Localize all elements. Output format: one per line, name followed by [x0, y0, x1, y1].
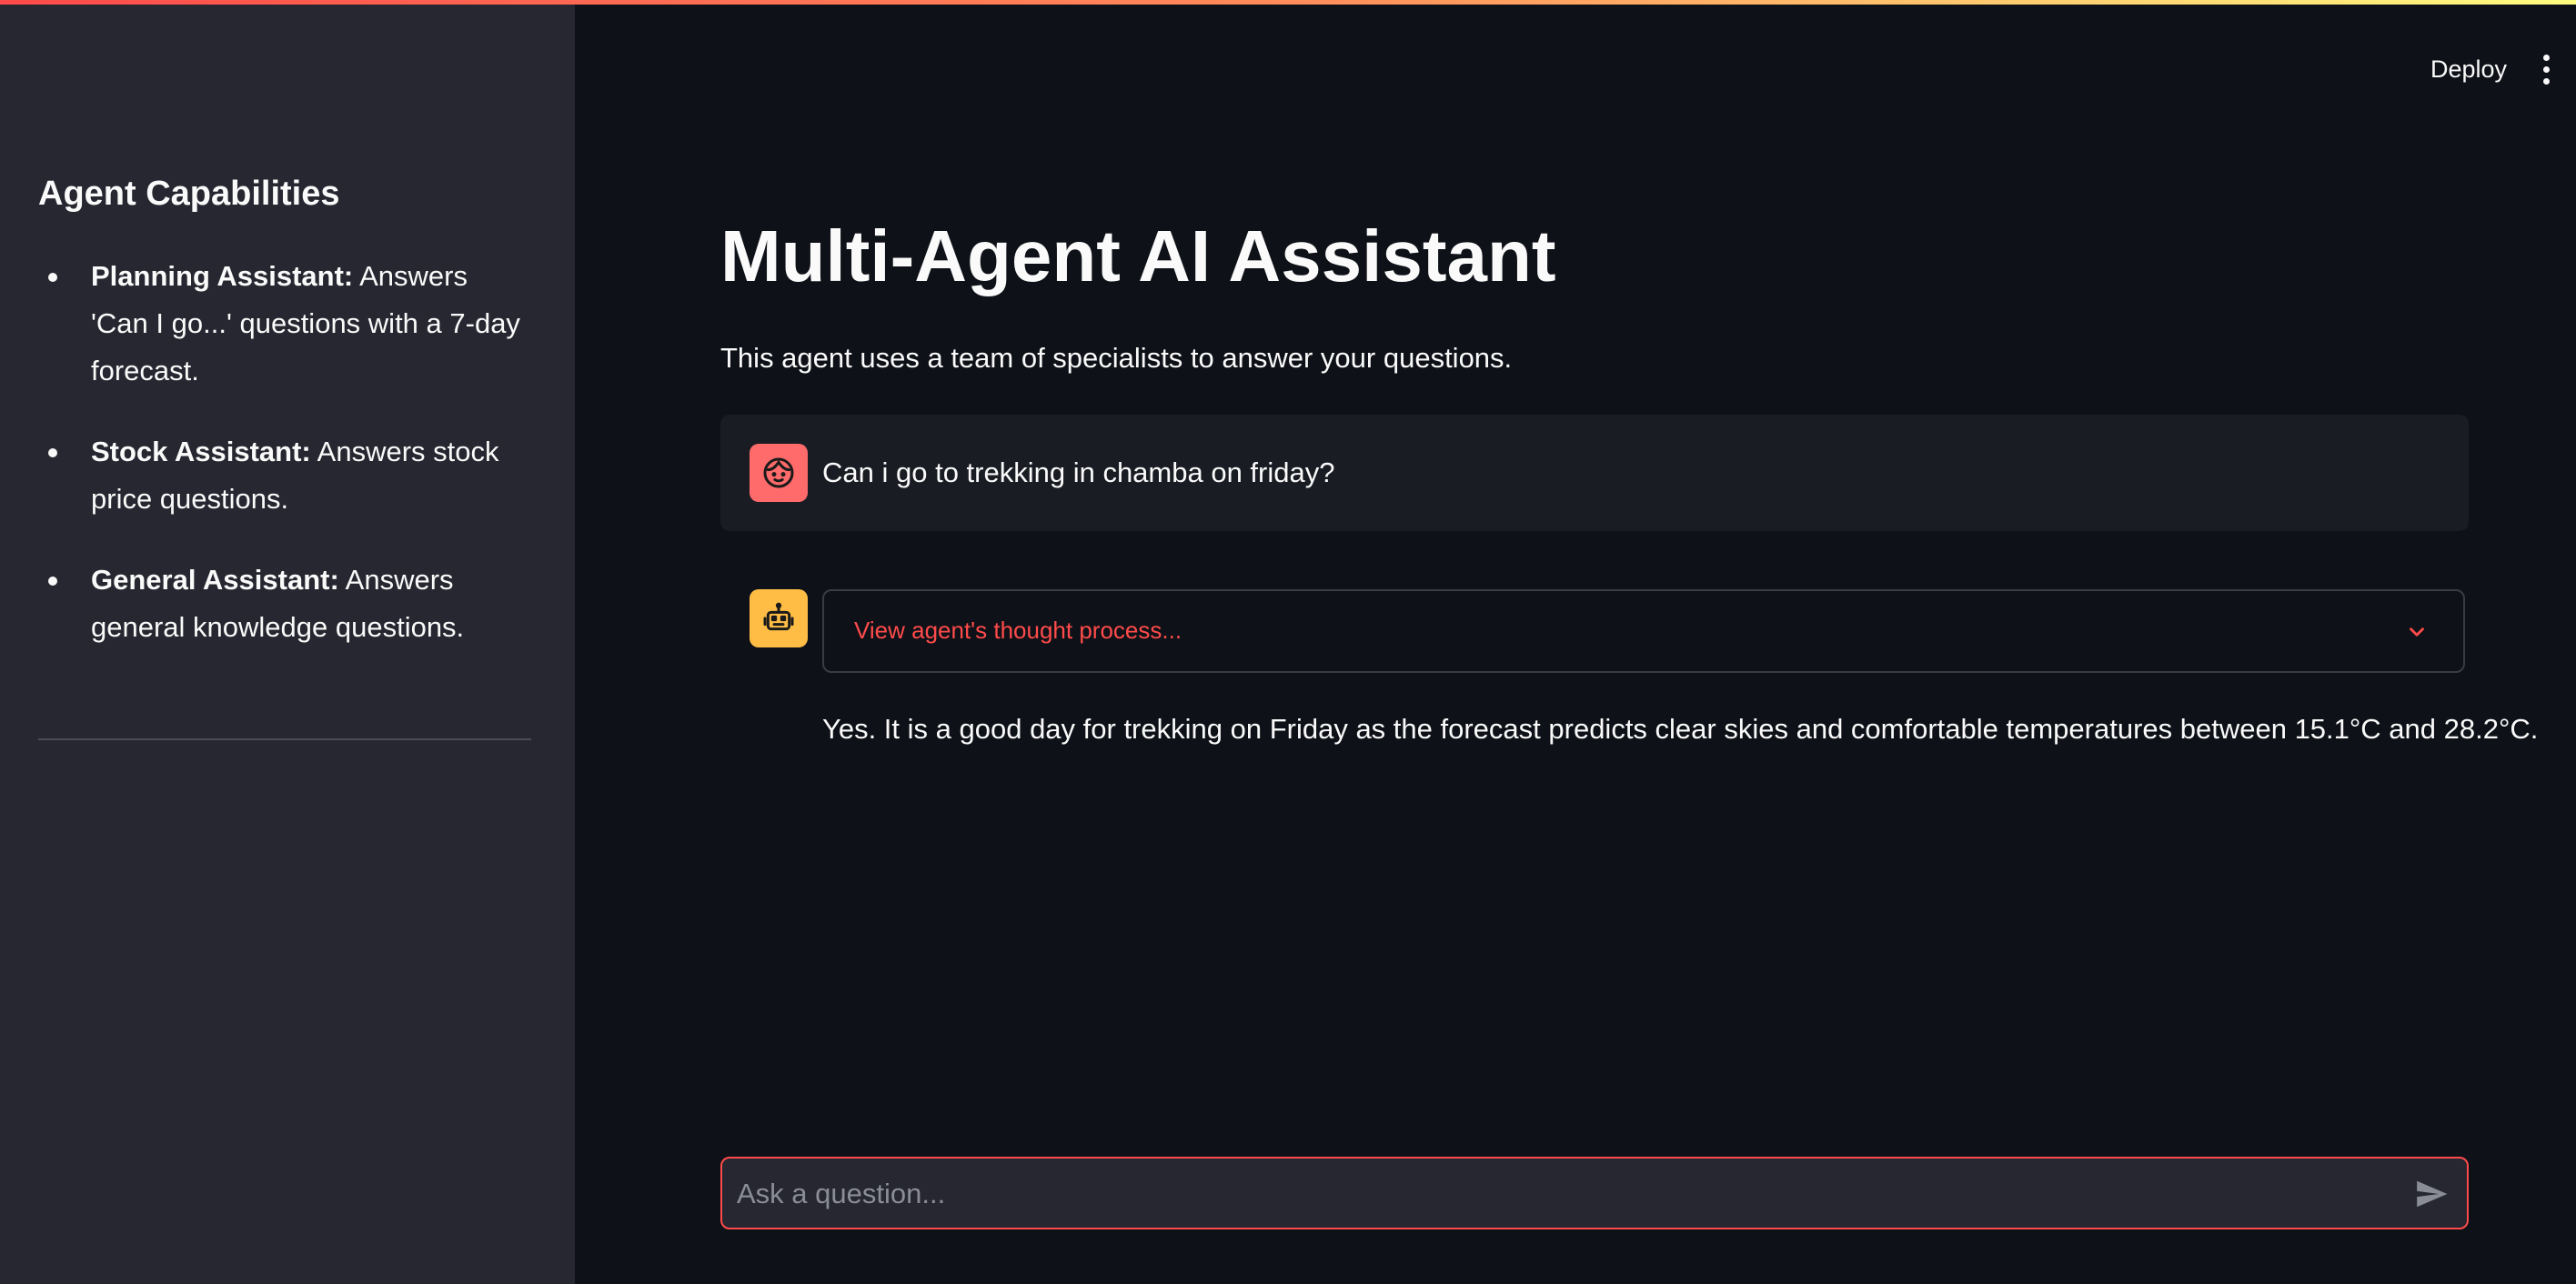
capability-name: General Assistant: — [91, 564, 339, 596]
sidebar: Agent Capabilities Planning Assistant: A… — [0, 0, 575, 1284]
page-title: Multi-Agent AI Assistant — [720, 216, 1556, 296]
capability-name: Planning Assistant: — [91, 260, 354, 292]
page-caption: This agent uses a team of specialists to… — [720, 342, 1513, 374]
capabilities-list: Planning Assistant: Answers 'Can I go...… — [38, 253, 529, 685]
thought-process-expander[interactable]: View agent's thought process... — [822, 589, 2465, 673]
chevron-down-icon — [2410, 627, 2424, 637]
robot-icon — [750, 589, 808, 647]
capability-name: Stock Assistant: — [91, 436, 311, 467]
user-message: Can i go to trekking in chamba on friday… — [720, 415, 2469, 531]
header-actions: Deploy — [2430, 42, 2576, 96]
vertical-ellipsis-icon[interactable] — [2543, 54, 2551, 85]
list-item: Stock Assistant: Answers stock price que… — [38, 428, 529, 523]
sidebar-divider — [38, 738, 531, 740]
list-item: General Assistant: Answers general knowl… — [38, 557, 529, 651]
deploy-button[interactable]: Deploy — [2430, 55, 2507, 84]
sidebar-title: Agent Capabilities — [38, 175, 340, 213]
chat-input-container — [720, 1157, 2469, 1229]
chat-input[interactable] — [735, 1159, 2376, 1229]
user-message-text: Can i go to trekking in chamba on friday… — [822, 456, 1335, 488]
list-item: Planning Assistant: Answers 'Can I go...… — [38, 253, 529, 395]
top-decoration-bar — [0, 0, 2576, 5]
expander-label: View agent's thought process... — [854, 617, 1182, 644]
assistant-answer-text: Yes. It is a good day for trekking on Fr… — [822, 713, 2539, 745]
send-icon[interactable] — [2412, 1177, 2450, 1211]
smiley-face-icon — [750, 444, 808, 502]
